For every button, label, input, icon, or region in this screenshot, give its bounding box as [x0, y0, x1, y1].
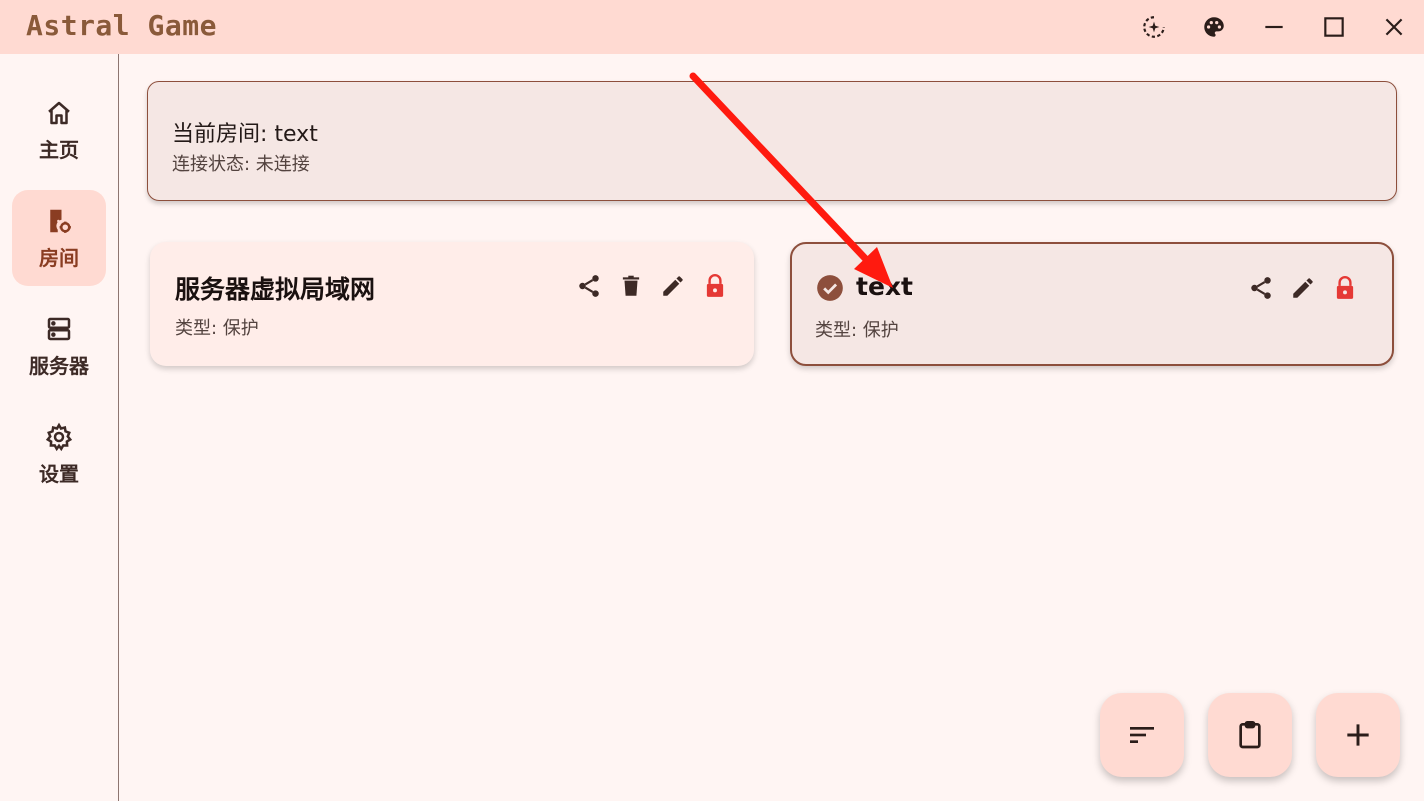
room-type: 类型: 保护: [815, 320, 899, 341]
sidebar: 主页 房间 服务器 设置: [0, 54, 119, 801]
sidebar-item-label: 设置: [39, 461, 79, 486]
ai-sparkle-icon: [1143, 16, 1165, 38]
ai-sparkle-button[interactable]: [1134, 7, 1174, 47]
edit-button[interactable]: [1289, 274, 1317, 302]
share-button[interactable]: [575, 272, 603, 300]
delete-button[interactable]: [617, 272, 645, 300]
palette-icon: [1204, 17, 1224, 37]
check-circle-icon: [817, 275, 843, 301]
current-room-label: 当前房间: text: [172, 122, 318, 147]
delete-icon: [622, 275, 640, 296]
close-icon: [1385, 18, 1403, 36]
lock-icon: [1336, 276, 1354, 299]
sidebar-item-label: 房间: [39, 245, 79, 270]
current-room-panel: 当前房间: text 连接状态: 未连接: [147, 81, 1397, 201]
lock-button[interactable]: [701, 272, 729, 300]
sidebar-item-settings[interactable]: 设置: [12, 406, 106, 502]
minimize-icon: [1265, 25, 1283, 29]
connection-status-label: 连接状态: 未连接: [172, 154, 310, 175]
edit-icon: [663, 276, 683, 296]
maximize-icon: [1324, 17, 1344, 37]
gear-icon: [45, 422, 73, 451]
add-icon: [1347, 724, 1369, 746]
sort-icon: [1130, 727, 1154, 743]
clipboard-icon: [1239, 721, 1261, 749]
server-icon: [47, 317, 71, 340]
room-type: 类型: 保护: [175, 318, 259, 339]
share-icon: [579, 275, 599, 297]
add-room-button[interactable]: [1316, 693, 1400, 777]
sidebar-item-home[interactable]: 主页: [12, 82, 106, 178]
minimize-button[interactable]: [1254, 7, 1294, 47]
lock-icon: [706, 274, 724, 297]
lock-button[interactable]: [1331, 274, 1359, 302]
theme-palette-button[interactable]: [1194, 7, 1234, 47]
room-name: text: [856, 272, 913, 301]
sort-button[interactable]: [1100, 693, 1184, 777]
edit-button[interactable]: [659, 272, 687, 300]
maximize-button[interactable]: [1314, 7, 1354, 47]
sidebar-item-server[interactable]: 服务器: [12, 298, 106, 394]
paste-clipboard-button[interactable]: [1208, 693, 1292, 777]
sidebar-item-label: 服务器: [29, 353, 89, 378]
room-door-settings-icon: [50, 209, 71, 233]
edit-icon: [1293, 278, 1313, 298]
share-icon: [1251, 277, 1271, 299]
app-title: Astral Game: [26, 9, 217, 42]
close-button[interactable]: [1374, 7, 1414, 47]
title-bar: Astral Game: [0, 0, 1424, 54]
room-card[interactable]: 服务器虚拟局域网 类型: 保护: [150, 242, 754, 366]
sidebar-item-label: 主页: [39, 137, 79, 162]
room-card-selected[interactable]: text 类型: 保护: [790, 242, 1394, 366]
room-name: 服务器虚拟局域网: [175, 275, 376, 304]
sidebar-item-rooms[interactable]: 房间: [12, 190, 106, 286]
home-icon: [48, 101, 70, 124]
share-button[interactable]: [1247, 274, 1275, 302]
